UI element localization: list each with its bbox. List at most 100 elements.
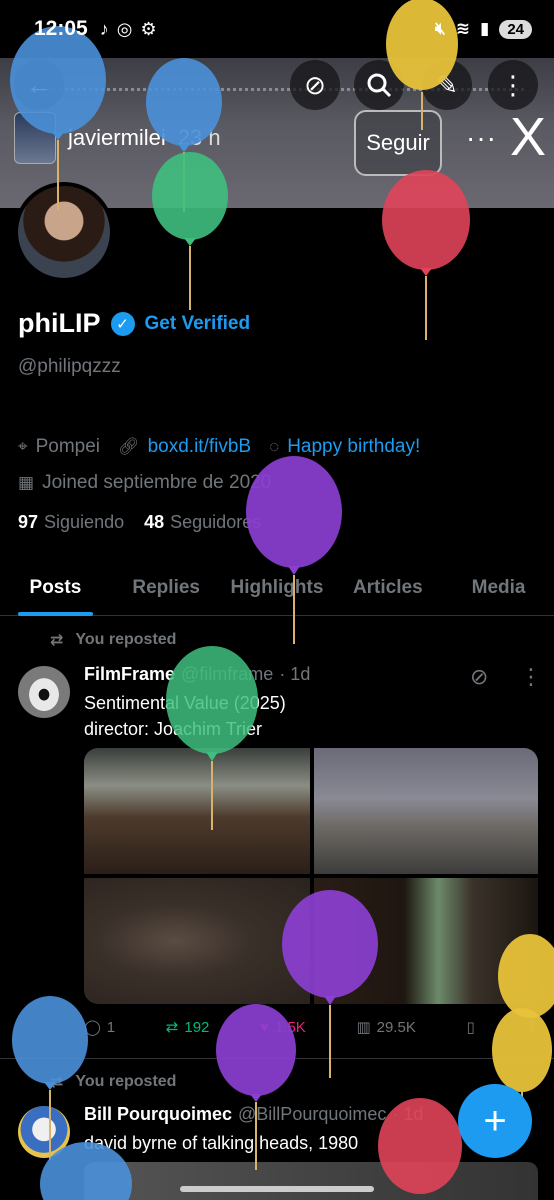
post-handle: @BillPourquoimec [238, 1104, 387, 1124]
tab-posts[interactable]: Posts [0, 560, 111, 616]
followers-count: 48 [144, 512, 165, 532]
birthday-link[interactable]: Happy birthday! [287, 436, 420, 458]
repost-icon: ⇄ [50, 632, 64, 649]
following-count: 97 [18, 512, 39, 532]
post-avatar[interactable] [18, 1106, 70, 1158]
mute-icon: 🔇︎ [434, 19, 446, 38]
views-count: 29.5K [376, 1018, 416, 1036]
follow-button[interactable]: Seguir [354, 110, 442, 176]
joined-date: Joined septiembre de 2020 [42, 472, 272, 493]
repost-label: You reposted [75, 631, 177, 648]
reply-button[interactable]: ◯ 1 [84, 1018, 116, 1037]
story-more-button[interactable]: ··· [466, 122, 497, 154]
post-avatar[interactable] [18, 666, 70, 718]
bookmark-icon: ▯ [466, 1019, 475, 1036]
link-icon: 🔗︎ [118, 437, 140, 456]
heart-icon: ♥ [260, 1018, 269, 1036]
get-verified-link[interactable]: Get Verified [145, 313, 251, 335]
post-author[interactable]: FilmFrame [84, 664, 175, 685]
story-overlay[interactable]: javiermilei 23 h [14, 112, 221, 164]
grok-button[interactable]: ⊘ [290, 60, 340, 110]
instagram-icon: ◎ [116, 18, 133, 39]
search-icon [367, 73, 392, 98]
post-image[interactable] [84, 1162, 538, 1200]
story-username: javiermilei [68, 125, 166, 150]
repost-indicator: ⇄ You reposted [50, 630, 176, 650]
views-button[interactable]: ▥ 29.5K [356, 1018, 416, 1037]
share-icon: ⇪ [525, 1019, 538, 1036]
post-time: · 1d [392, 1104, 424, 1124]
location-icon: ⌖ [18, 437, 28, 456]
grok-icon[interactable]: ⊘ [470, 664, 488, 690]
more-vertical-icon: ⋮ [500, 69, 526, 100]
followers-link[interactable]: 48 Seguidores [144, 512, 261, 533]
status-time: 12:05 [34, 17, 88, 40]
like-count: 1.5K [274, 1018, 306, 1036]
like-button[interactable]: ♥ 1.5K [260, 1018, 306, 1036]
post-text: david byrne of talking heads, 1980 [84, 1130, 358, 1156]
repost-indicator: ⇄ You reposted [50, 1072, 176, 1092]
post-image[interactable] [84, 878, 310, 1004]
verified-badge-icon: ✓ [110, 311, 135, 336]
post-author[interactable]: Bill Pourquoimec [84, 1104, 232, 1125]
bookmark-button[interactable]: ▯ [466, 1018, 474, 1036]
back-button[interactable]: ← [14, 60, 64, 110]
followers-label: Seguidores [170, 512, 262, 532]
tiktok-icon: ♪ [99, 18, 109, 39]
profile-tabs: Posts Replies Highlights Articles Media [0, 560, 554, 616]
tab-replies[interactable]: Replies [111, 560, 222, 615]
home-indicator[interactable] [180, 1186, 374, 1192]
share-button[interactable]: ⇪ [525, 1018, 538, 1036]
edit-icon: ✎ [436, 69, 458, 100]
signal-icon: ▮ [479, 19, 490, 38]
status-bar: 12:05 ♪ ◎ ⚙ 🔇︎ ≋ ▮ 24 [0, 0, 554, 58]
tab-highlights[interactable]: Highlights [222, 560, 333, 615]
post-more-icon[interactable]: ⋮ [520, 664, 542, 690]
post-text-line: director: Joachim Trier [84, 719, 263, 739]
post-divider [0, 1058, 554, 1059]
profile-location: Pompei [35, 436, 100, 457]
reply-count: 1 [106, 1018, 116, 1036]
more-options-button[interactable]: ⋮ [488, 60, 538, 110]
repost-button[interactable]: ⇄ 192 [165, 1018, 210, 1037]
repost-label: You reposted [75, 1073, 177, 1090]
profile-avatar[interactable] [14, 182, 114, 282]
repost-icon: ⇄ [50, 1074, 64, 1091]
profile-handle: @philipqzzz [18, 356, 121, 377]
joined-row: ▦ Joined septiembre de 2020 [18, 472, 271, 494]
post-text-line: david byrne of talking heads, 1980 [84, 1133, 359, 1153]
story-avatar [14, 112, 56, 164]
back-icon: ← [26, 69, 52, 100]
post-actions: ◯ 1 ⇄ 192 ♥ 1.5K ▥ 29.5K ▯ ⇪ [84, 1018, 538, 1037]
battery-indicator: 24 [499, 19, 532, 39]
post-image[interactable] [314, 748, 538, 874]
post-text-line: Sentimental Value (2025) [84, 693, 286, 713]
grok-icon: ⊘ [304, 69, 326, 100]
search-button[interactable] [354, 60, 404, 110]
tab-articles[interactable]: Articles [332, 560, 443, 615]
reply-icon: ◯ [84, 1019, 101, 1036]
calendar-icon: ▦ [18, 473, 35, 492]
post-handle: @filmframe [181, 664, 274, 684]
following-link[interactable]: 97 Siguiendo [18, 512, 124, 533]
balloon-icon: ◌ [269, 437, 280, 456]
follow-stats: 97 Siguiendo 48 Seguidores [18, 512, 261, 533]
profile-name: phiLIP [18, 308, 101, 338]
profile-page: 12:05 ♪ ◎ ⚙ 🔇︎ ≋ ▮ 24 ← ⊘ ✎ ⋮ javiermile… [0, 0, 554, 1200]
profile-website-link[interactable]: boxd.it/fivbB [148, 436, 252, 458]
post-header: Bill Pourquoimec @BillPourquoimec · 1d [84, 1104, 423, 1125]
edit-button[interactable]: ✎ [422, 60, 472, 110]
post-media-grid [84, 748, 538, 1004]
views-icon: ▥ [356, 1019, 371, 1036]
compose-button[interactable]: + [458, 1084, 532, 1158]
repost-icon: ⇄ [165, 1019, 179, 1036]
post-time: · 1d [279, 664, 311, 684]
post-text: Sentimental Value (2025) director: Joach… [84, 690, 286, 742]
profile-meta: ⌖ Pompei 🔗︎ boxd.it/fivbB ◌ Happy birthd… [18, 436, 420, 458]
post-image[interactable] [84, 748, 310, 874]
post-header: FilmFrame @filmframe · 1d [84, 664, 310, 685]
tab-media[interactable]: Media [443, 560, 554, 615]
following-label: Siguiendo [44, 512, 125, 532]
post-image[interactable] [314, 878, 538, 1004]
close-button[interactable]: X [510, 110, 546, 164]
